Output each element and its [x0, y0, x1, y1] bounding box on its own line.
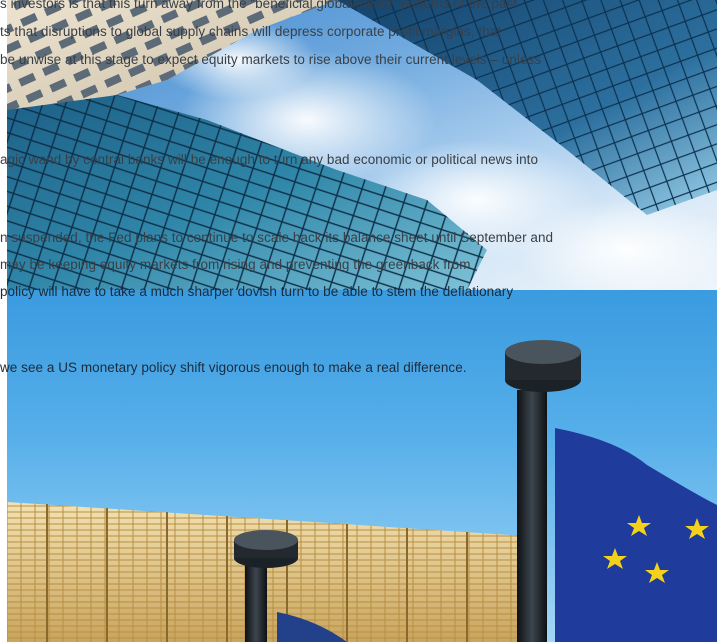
- body-text-line-3: be unwise at this stage to expect equity…: [0, 52, 542, 67]
- document-canvas: s investors is that this turn away from …: [0, 0, 717, 642]
- body-text-line-5: n suspended, the Fed plans to continue t…: [0, 230, 554, 245]
- body-text-line-4: agic wand by central banks will be enoug…: [0, 152, 539, 167]
- body-text-line-8: we see a US monetary policy shift vigoro…: [0, 360, 467, 375]
- body-text-line-7: policy will have to take a much sharper …: [0, 284, 514, 299]
- body-text-line-6: may be keeping equity markets from risin…: [0, 257, 471, 272]
- body-text-line-2: ts that disruptions to global supply cha…: [0, 24, 502, 39]
- eu-flags-building-photo: [7, 290, 717, 642]
- body-text-line-1: s investors is that this turn away from …: [0, 0, 518, 11]
- skyscrapers-photo: [7, 0, 717, 290]
- flags-illustration: [7, 340, 717, 642]
- skyscrapers-illustration: [7, 0, 717, 290]
